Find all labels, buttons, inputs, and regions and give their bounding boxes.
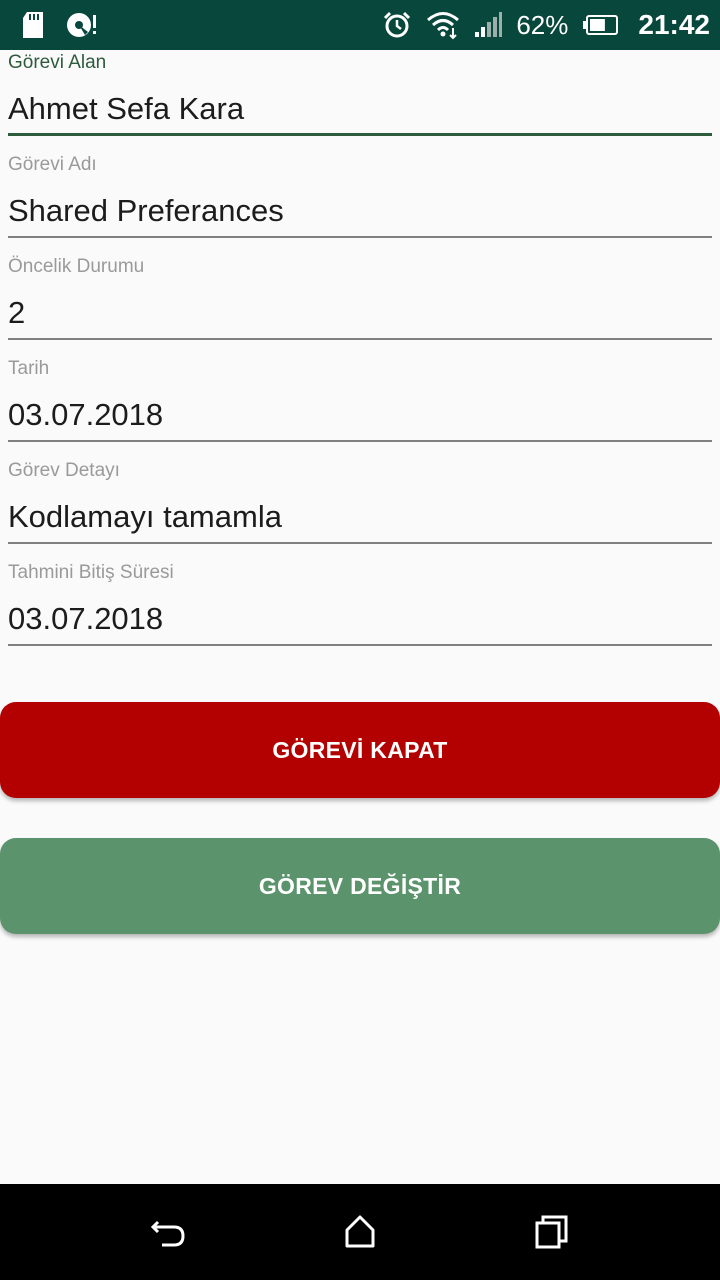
field-label-date: Tarih: [8, 358, 50, 379]
sd-card-icon: [22, 11, 44, 39]
field-label-task-detail: Görev Detayı: [8, 460, 120, 481]
home-icon[interactable]: [340, 1212, 380, 1252]
estimated-end-input[interactable]: [8, 594, 712, 646]
back-icon[interactable]: [148, 1212, 188, 1252]
clock-time: 21:42: [638, 9, 710, 40]
navigation-bar: [0, 1184, 720, 1280]
field-label-priority: Öncelik Durumu: [8, 256, 145, 277]
field-label-task-name: Görevi Adı: [8, 154, 97, 175]
status-right-icons: 62% 21:42: [382, 0, 710, 50]
close-task-button[interactable]: GÖREVİ KAPAT: [0, 702, 720, 798]
priority-input[interactable]: [8, 288, 712, 340]
task-form: Görevi Alan Görevi Adı Öncelik Durumu Ta…: [8, 50, 712, 662]
field-estimated-end: Tahmini Bitiş Süresi: [8, 560, 712, 662]
wifi-icon: [426, 10, 460, 40]
status-bar: 62% 21:42: [0, 0, 720, 50]
status-left-icons: [22, 9, 98, 41]
assignee-input[interactable]: [8, 84, 712, 136]
recents-icon[interactable]: [532, 1212, 572, 1252]
field-label-assignee: Görevi Alan: [8, 52, 107, 73]
battery-percent: 62%: [516, 10, 569, 40]
alarm-icon: [382, 10, 412, 40]
field-task-detail: Görev Detayı: [8, 458, 712, 560]
field-priority: Öncelik Durumu: [8, 254, 712, 356]
date-input[interactable]: [8, 390, 712, 442]
battery-icon: [582, 15, 619, 35]
signal-icon: [474, 12, 503, 38]
task-detail-input[interactable]: [8, 492, 712, 544]
field-task-name: Görevi Adı: [8, 152, 712, 254]
field-label-estimated-end: Tahmini Bitiş Süresi: [8, 562, 174, 583]
field-assignee: Görevi Alan: [8, 50, 712, 152]
change-task-button[interactable]: GÖREV DEĞİŞTİR: [0, 838, 720, 934]
task-name-input[interactable]: [8, 186, 712, 238]
media-scanner-icon: [66, 11, 98, 39]
field-date: Tarih: [8, 356, 712, 458]
